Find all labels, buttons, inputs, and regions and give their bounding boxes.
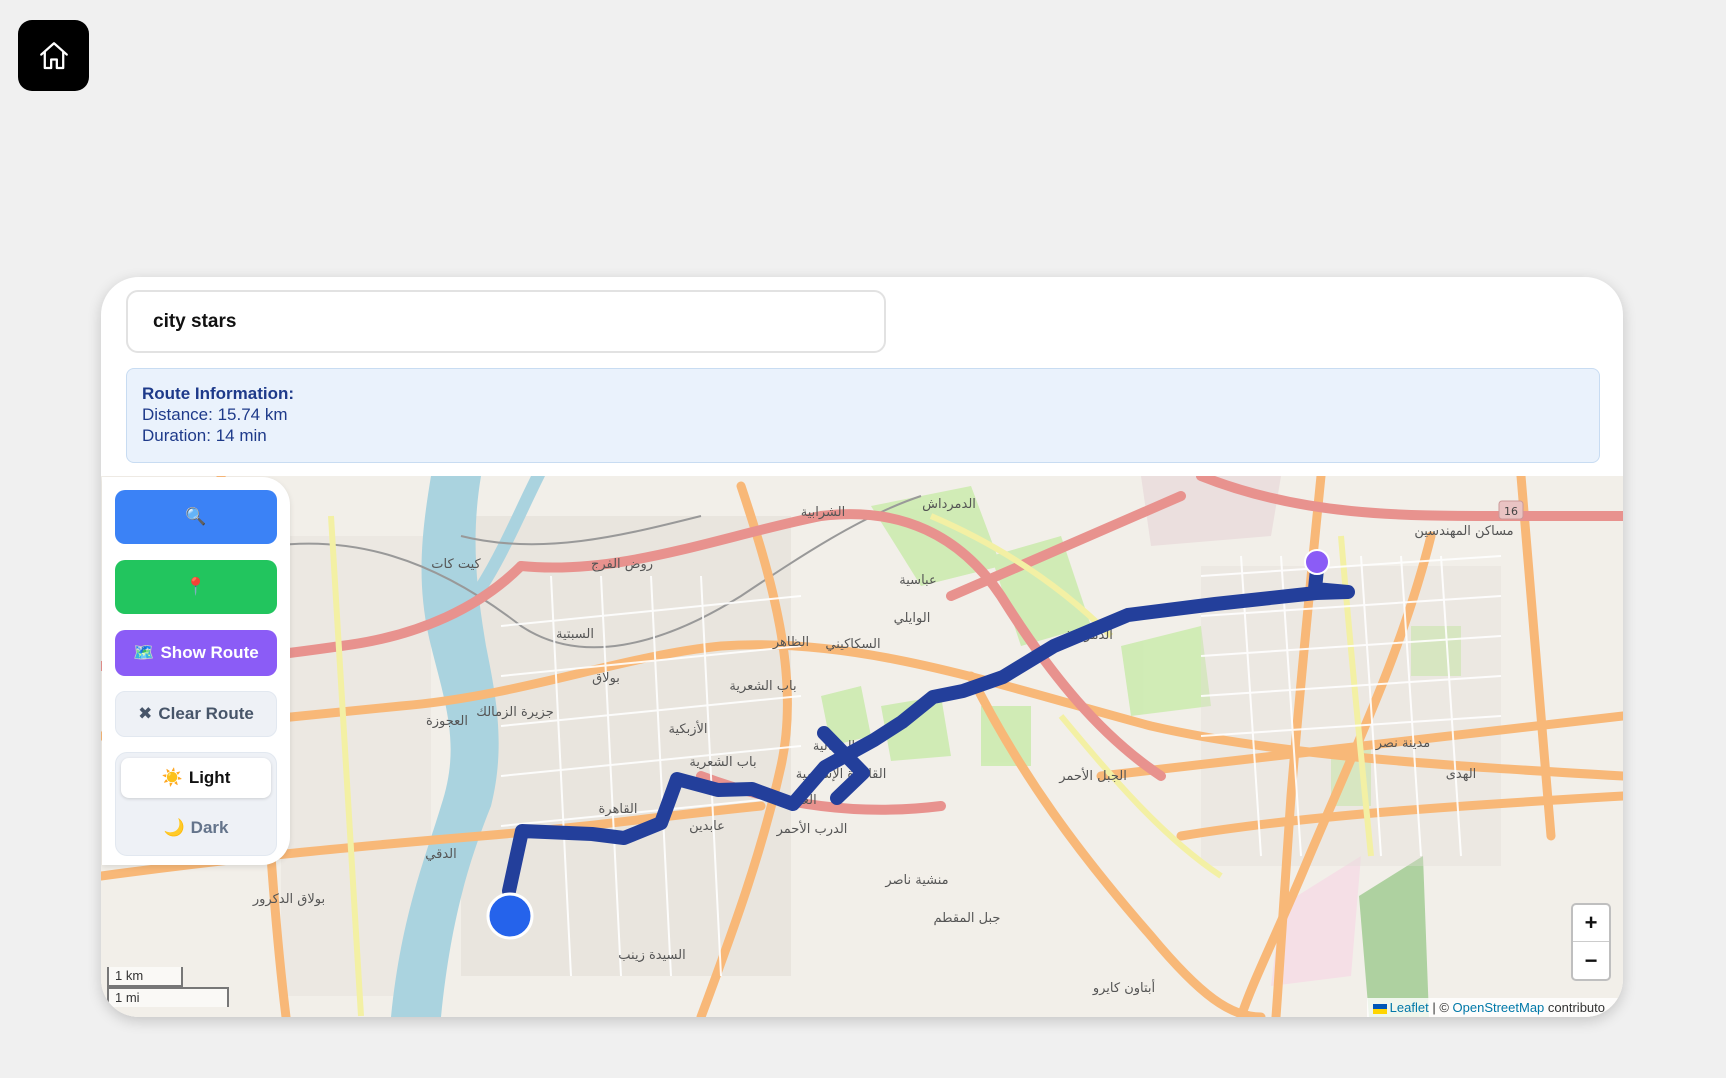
map-label: الدرب الأحمر xyxy=(776,820,848,837)
moon-icon: 🌙 xyxy=(163,818,185,837)
destination-marker[interactable] xyxy=(1304,549,1330,575)
origin-marker[interactable] xyxy=(486,892,534,940)
map-label: عباسية xyxy=(899,573,936,588)
close-icon: ✖ xyxy=(138,704,153,723)
map-label: روض الفرج xyxy=(591,557,653,572)
map-tiles: الشرابية الدمرداش روض الفرج كيت كات عباس… xyxy=(101,476,1623,1017)
route-info-heading: Route Information: xyxy=(142,384,295,403)
route-distance: Distance: 15.74 km xyxy=(142,405,288,424)
attribution-separator: | © xyxy=(1428,1000,1453,1015)
map-label: القاهرة xyxy=(599,802,638,817)
scale-bar: 1 km 1 mi xyxy=(107,967,229,1007)
map-label: أبتاون كايرو xyxy=(1092,979,1155,996)
map-label: السيدة زينب xyxy=(618,948,685,963)
ukraine-flag-icon xyxy=(1372,1003,1387,1014)
highway-shield-label: 16 xyxy=(1504,505,1518,518)
map-label: الظاهر xyxy=(772,635,809,650)
search-button[interactable]: 🔍 xyxy=(115,490,277,544)
map-label: السكاكيني xyxy=(825,637,880,652)
show-route-button[interactable]: 🗺️ Show Route xyxy=(115,630,277,676)
light-theme-button[interactable]: ☀️ Light xyxy=(121,758,271,798)
search-icon: 🔍 xyxy=(185,507,207,526)
map-label: الشرابية xyxy=(801,505,845,520)
map-label: مساكن المهندسين xyxy=(1414,524,1513,539)
sun-icon: ☀️ xyxy=(161,768,183,787)
map-label: العجوزة xyxy=(426,714,468,729)
map-label: الدقي xyxy=(425,847,456,862)
map-label: كيت كات xyxy=(431,557,481,572)
map-label: باب الشعرية xyxy=(689,755,756,770)
map-label: الوايلي xyxy=(894,611,931,626)
map-label: جزيرة الزمالك xyxy=(476,705,554,720)
map-label: باب الشعرية xyxy=(729,679,796,694)
dark-theme-button[interactable]: 🌙 Dark xyxy=(121,808,271,848)
map-label: الهدى xyxy=(1446,767,1477,782)
attribution-suffix: contributo xyxy=(1544,1000,1605,1015)
zoom-control: + − xyxy=(1571,903,1611,981)
map-label: بولاق الدكرور xyxy=(252,892,325,907)
theme-toggle: ☀️ Light 🌙 Dark xyxy=(115,752,277,856)
map-label: الجبل الأحمر xyxy=(1058,767,1127,784)
map-label: الأزبكية xyxy=(669,720,708,737)
dark-theme-label: Dark xyxy=(190,818,229,837)
pin-icon: 📍 xyxy=(185,577,207,596)
map-label: الدمرداش xyxy=(922,497,976,512)
search-input[interactable] xyxy=(126,290,886,353)
map-icon: 🗺️ xyxy=(133,643,155,662)
light-theme-label: Light xyxy=(188,768,231,787)
leaflet-link[interactable]: Leaflet xyxy=(1390,1000,1429,1015)
map-label: بولاق xyxy=(592,671,620,686)
route-planner-card: Route Information: Distance: 15.74 km Du… xyxy=(101,277,1623,1017)
map-label: مدينة نصر xyxy=(1375,736,1431,751)
clear-route-label: Clear Route xyxy=(158,704,254,723)
zoom-out-button[interactable]: − xyxy=(1573,942,1609,979)
route-duration: Duration: 14 min xyxy=(142,426,267,445)
map-view[interactable]: الشرابية الدمرداش روض الفرج كيت كات عباس… xyxy=(101,476,1623,1017)
route-info-panel: Route Information: Distance: 15.74 km Du… xyxy=(126,368,1600,463)
scale-mi: 1 mi xyxy=(107,987,229,1007)
map-label: عابدين xyxy=(689,819,725,834)
zoom-in-button[interactable]: + xyxy=(1573,905,1609,942)
clear-route-button[interactable]: ✖ Clear Route xyxy=(115,691,277,737)
map-label: جبل المقطم xyxy=(934,911,1001,926)
locate-button[interactable]: 📍 xyxy=(115,560,277,614)
osm-link[interactable]: OpenStreetMap xyxy=(1453,1000,1545,1015)
map-label: السبتية xyxy=(556,627,594,642)
home-icon xyxy=(39,41,68,69)
show-route-label: Show Route xyxy=(160,643,259,662)
map-controls-panel: 🔍 📍 🗺️ Show Route ✖ Clear Route ☀️ Light… xyxy=(102,477,290,865)
map-attribution: Leaflet | © OpenStreetMap contributo xyxy=(1366,998,1623,1017)
scale-km: 1 km xyxy=(107,967,183,987)
home-button[interactable] xyxy=(18,20,89,91)
map-label: منشية ناصر xyxy=(884,873,948,888)
